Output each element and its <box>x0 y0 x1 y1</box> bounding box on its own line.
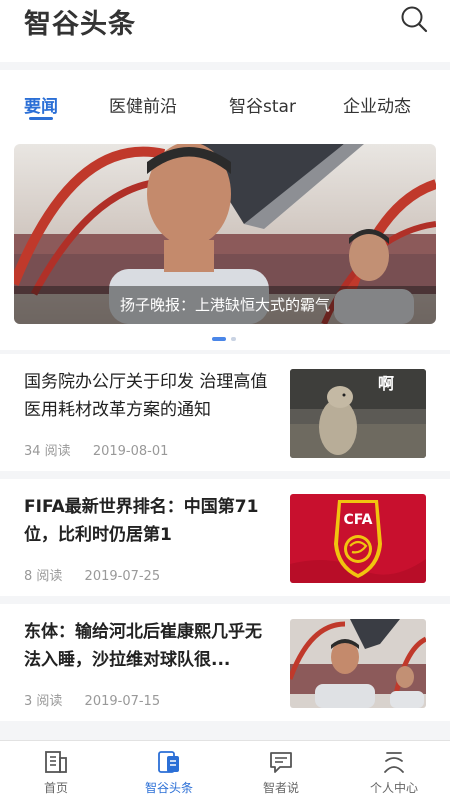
category-tabs: 要闻 医健前沿 智谷star 企业动态 <box>0 70 450 136</box>
article-date: 2019-08-01 <box>92 444 169 459</box>
banner-carousel[interactable]: 扬子晚报：上港缺恒大式的霸气 <box>14 144 436 324</box>
news-icon <box>158 751 179 773</box>
marmot-image: 啊 <box>290 369 426 458</box>
article-read-count: 3 阅读 <box>24 694 63 709</box>
tab-zhigu-star[interactable]: 智谷star <box>229 92 296 117</box>
active-tab-indicator <box>29 117 53 120</box>
nav-news-label: 智谷头条 <box>144 781 193 795</box>
article-meta: 34 阅读 2019-08-01 <box>24 440 168 459</box>
article-meta: 3 阅读 2019-07-15 <box>24 690 160 709</box>
carousel-indicator <box>0 336 450 342</box>
tab-company-news[interactable]: 企业动态 <box>343 92 411 117</box>
article-item[interactable]: FIFA最新世界排名：中国第71位，比利时仍居第1 8 阅读 2019-07-2… <box>0 479 450 596</box>
article-meta: 8 阅读 2019-07-25 <box>24 565 160 584</box>
coach-image <box>290 619 426 708</box>
article-thumbnail: CFA <box>290 494 426 583</box>
article-read-count: 8 阅读 <box>24 569 63 584</box>
thumb-caption: 啊 <box>378 374 394 393</box>
nav-profile[interactable]: 个人中心 <box>338 741 450 800</box>
nav-profile-label: 个人中心 <box>369 781 418 795</box>
chat-bubble-icon <box>270 752 292 773</box>
cfa-logo-image: CFA <box>290 494 426 583</box>
article-date: 2019-07-25 <box>84 569 161 584</box>
banner-caption: 扬子晚报：上港缺恒大式的霸气 <box>14 286 436 324</box>
cfa-logo-text: CFA <box>343 512 372 528</box>
carousel-dot-active[interactable] <box>212 337 226 341</box>
banner-section: 扬子晚报：上港缺恒大式的霸气 <box>0 136 450 350</box>
nav-wise-talk[interactable]: 智者说 <box>225 741 337 800</box>
nav-wise-talk-label: 智者说 <box>262 781 299 795</box>
home-building-icon <box>45 751 67 773</box>
article-date: 2019-07-15 <box>84 694 161 709</box>
article-thumbnail: 啊 <box>290 369 426 458</box>
tab-news[interactable]: 要闻 <box>24 92 58 117</box>
nav-home-label: 首页 <box>43 781 68 795</box>
search-icon[interactable] <box>400 5 428 33</box>
article-title: 东体：输给河北后崔康熙几乎无法入睡，沙拉维对球队很... <box>24 622 262 670</box>
article-thumbnail <box>290 619 426 708</box>
bottom-navigation: 首页 智谷头条 智者说 个人中心 <box>0 740 450 800</box>
article-read-count: 34 阅读 <box>24 444 71 459</box>
top-header: 智谷头条 <box>0 0 450 62</box>
person-icon <box>384 752 404 773</box>
tab-medical-frontier[interactable]: 医健前沿 <box>109 92 177 117</box>
app-title: 智谷头条 <box>24 9 136 40</box>
nav-news[interactable]: 智谷头条 <box>113 741 225 800</box>
article-title: 国务院办公厅关于印发 治理高值医用耗材改革方案的通知 <box>24 372 268 420</box>
article-title: FIFA最新世界排名：中国第71位，比利时仍居第1 <box>24 497 259 545</box>
carousel-dot[interactable] <box>231 337 236 341</box>
article-item[interactable]: 东体：输给河北后崔康熙几乎无法入睡，沙拉维对球队很... 3 阅读 2019-0… <box>0 604 450 721</box>
nav-home[interactable]: 首页 <box>0 741 112 800</box>
article-item[interactable]: 国务院办公厅关于印发 治理高值医用耗材改革方案的通知 34 阅读 2019-08… <box>0 354 450 471</box>
